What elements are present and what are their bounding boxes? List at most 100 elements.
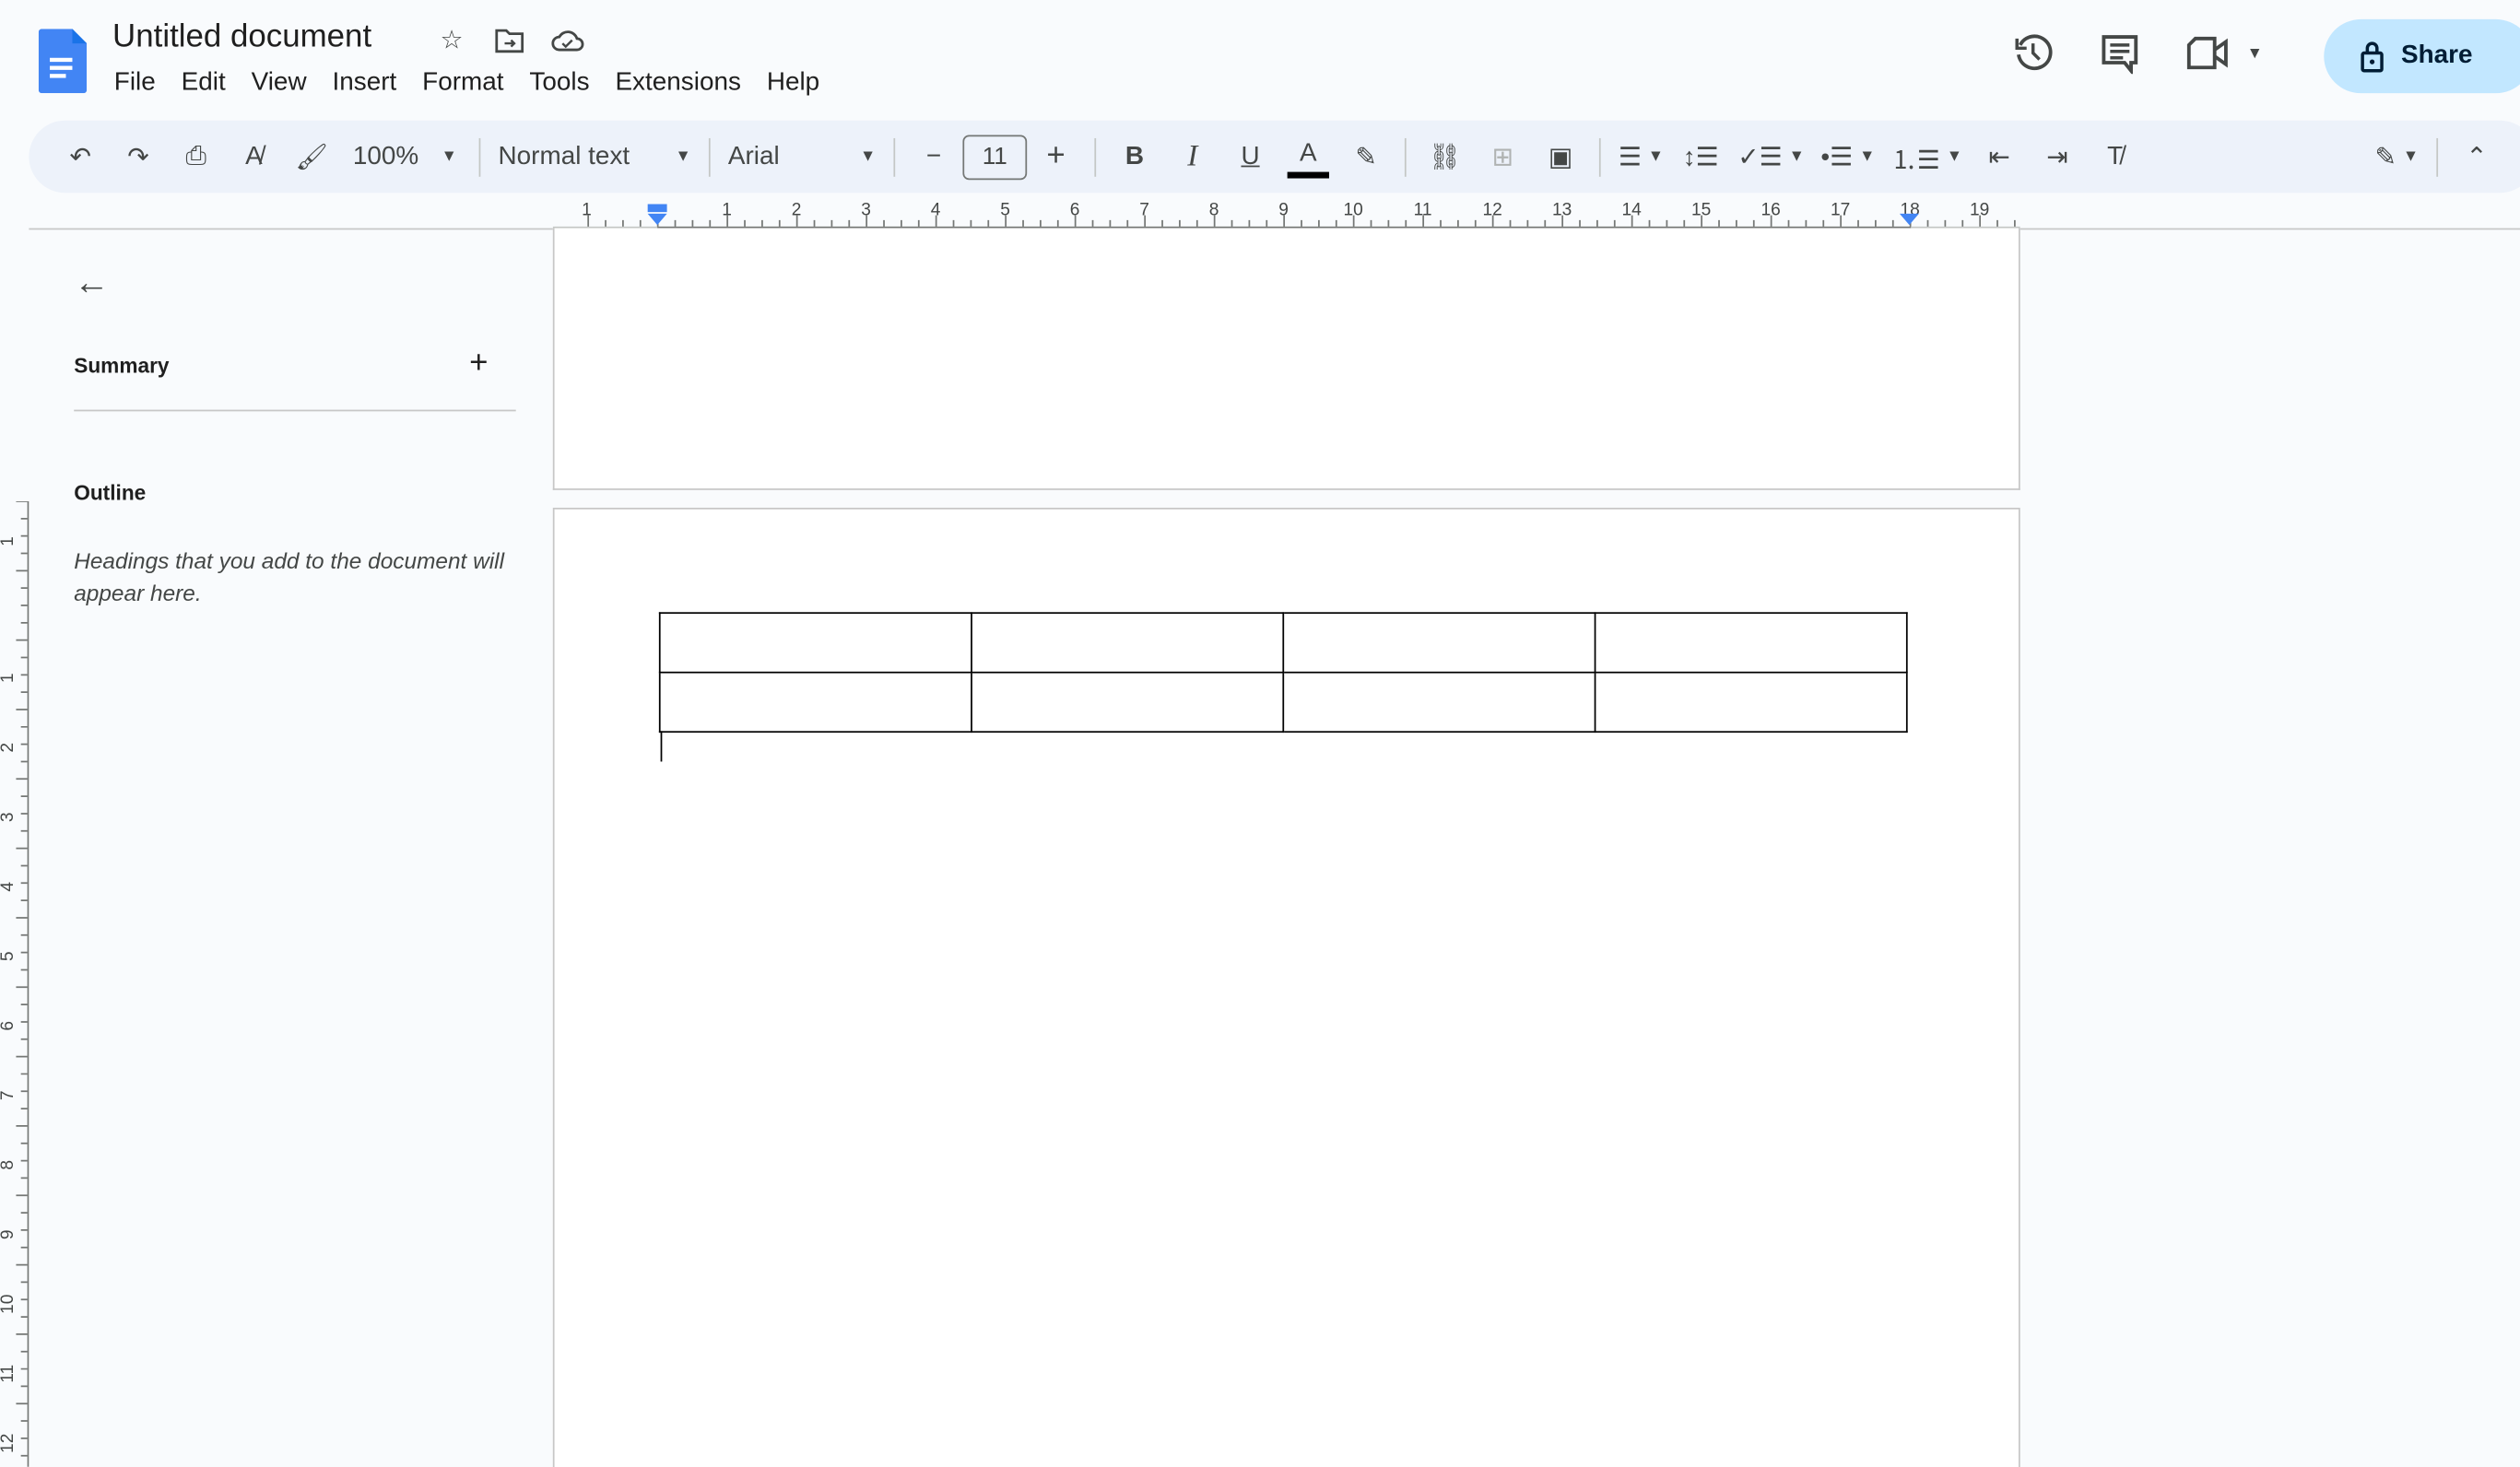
table-cell[interactable] <box>971 612 1285 674</box>
ruler-label: 6 <box>1070 201 1080 220</box>
ruler-label: 8 <box>0 1160 18 1170</box>
ruler-label: 4 <box>0 882 18 892</box>
menu-format[interactable]: Format <box>409 69 516 98</box>
ruler-label: 2 <box>0 743 18 753</box>
numbered-list-icon[interactable]: ⒈☰ ▼ <box>1891 133 1962 181</box>
decrease-indent-icon[interactable]: ⇤ <box>1978 133 2020 181</box>
menu-insert[interactable]: Insert <box>320 69 410 98</box>
move-folder-icon[interactable] <box>492 22 527 57</box>
align-icon[interactable]: ☰ ▼ <box>1619 133 1664 181</box>
page-1[interactable] <box>552 228 2020 490</box>
link-icon[interactable]: ⛓︎ <box>1424 133 1466 181</box>
ruler-label: 12 <box>0 1434 18 1453</box>
ruler-label: 11 <box>1414 201 1432 220</box>
summary-heading: Summary <box>74 353 170 378</box>
ruler-label: 3 <box>861 201 871 220</box>
decrease-font-size-icon[interactable]: − <box>913 133 954 181</box>
chevron-down-icon: ▼ <box>860 147 877 166</box>
line-spacing-icon[interactable]: ↕☰ <box>1680 133 1722 181</box>
ruler-label: 9 <box>1278 201 1289 220</box>
undo-icon[interactable]: ↶ <box>60 133 101 181</box>
ruler-label: 1 <box>582 201 592 220</box>
menu-help[interactable]: Help <box>754 69 832 98</box>
chevron-down-icon: ▼ <box>2246 43 2263 63</box>
document-title[interactable]: Untitled document <box>112 19 371 56</box>
italic-button[interactable]: I <box>1172 133 1213 181</box>
zoom-value: 100% <box>352 142 419 170</box>
zoom-select[interactable]: 100% ▼ <box>348 133 461 181</box>
highlight-icon[interactable]: ✎ <box>1345 133 1386 181</box>
share-label: Share <box>2400 41 2473 69</box>
redo-icon[interactable]: ↷ <box>117 133 159 181</box>
menu-file[interactable]: File <box>101 69 169 98</box>
divider <box>1094 137 1097 176</box>
first-line-indent-handle[interactable] <box>647 204 667 213</box>
comments-icon[interactable] <box>2099 32 2140 75</box>
spellcheck-icon[interactable]: A̸ <box>233 133 275 181</box>
text-color-button[interactable]: A <box>1287 135 1329 178</box>
style-select[interactable]: Normal text ▼ <box>499 133 691 181</box>
divider <box>708 137 711 176</box>
bold-button[interactable]: B <box>1113 133 1155 181</box>
video-camera-icon <box>2186 36 2228 70</box>
share-button[interactable]: Share <box>2324 18 2520 94</box>
left-indent-handle[interactable] <box>647 213 667 226</box>
horizontal-ruler[interactable]: 1 1 2 3 4 5 6 7 8 9 10 11 12 13 14 15 16 17 18 19 <box>552 196 2020 229</box>
menu-edit[interactable]: Edit <box>169 69 239 98</box>
outline-heading: Outline <box>74 480 147 505</box>
increase-indent-icon[interactable]: ⇥ <box>2036 133 2078 181</box>
style-value: Normal text <box>498 142 630 170</box>
docs-logo[interactable] <box>38 29 88 94</box>
history-icon[interactable] <box>2012 32 2054 74</box>
collapse-menus-icon[interactable]: ⌃ <box>2455 133 2497 181</box>
divider <box>74 409 516 412</box>
menu-tools[interactable]: Tools <box>516 69 602 98</box>
ruler-label: 5 <box>0 951 18 961</box>
table-cell[interactable] <box>1282 671 1596 734</box>
menu-view[interactable]: View <box>239 69 320 98</box>
font-select[interactable]: Arial ▼ <box>728 133 876 181</box>
divider <box>2436 137 2439 176</box>
lock-icon <box>2361 41 2384 73</box>
divider <box>1404 137 1407 176</box>
table-cell[interactable] <box>658 671 972 734</box>
vertical-ruler[interactable]: 1123456789101112 <box>0 501 29 1467</box>
chevron-down-icon: ▼ <box>441 147 457 166</box>
table-cell[interactable] <box>658 612 972 674</box>
table-cell[interactable] <box>1594 612 1908 674</box>
font-value: Arial <box>727 142 780 170</box>
ruler-label: 9 <box>0 1229 18 1239</box>
clear-formatting-icon[interactable]: T̸ <box>2094 133 2136 181</box>
bulleted-list-icon[interactable]: •☰ ▼ <box>1820 133 1875 181</box>
text-cursor <box>660 731 663 762</box>
divider <box>1598 137 1601 176</box>
increase-font-size-icon[interactable]: + <box>1035 133 1077 181</box>
print-icon[interactable]: ⎙ <box>175 133 217 181</box>
insert-image-icon[interactable]: ▣ <box>1539 133 1581 181</box>
document-table[interactable] <box>658 612 1908 734</box>
menu-extensions[interactable]: Extensions <box>603 69 754 98</box>
ruler-label: 7 <box>1139 201 1149 220</box>
ruler-label: 1 <box>0 536 18 546</box>
menu-bar: File Edit View Insert Format Tools Exten… <box>101 69 832 98</box>
meet-button[interactable]: ▼ <box>2185 35 2263 70</box>
ruler-label: 13 <box>1552 201 1572 220</box>
table-cell[interactable] <box>971 671 1285 734</box>
ruler-label: 10 <box>0 1295 18 1314</box>
cloud-saved-icon[interactable] <box>549 22 584 57</box>
checklist-icon[interactable]: ✓☰ ▼ <box>1737 133 1805 181</box>
ruler-label: 15 <box>1691 201 1711 220</box>
add-comment-icon[interactable]: ⊞ <box>1482 133 1524 181</box>
paint-format-icon[interactable]: 🖌︎ <box>291 133 333 181</box>
back-arrow-icon[interactable]: ← <box>74 262 109 303</box>
underline-button[interactable]: U <box>1230 133 1271 181</box>
ruler-label: 17 <box>1831 201 1850 220</box>
add-summary-icon[interactable]: + <box>469 346 488 382</box>
editing-mode-button[interactable]: ✎ ▼ <box>2375 133 2420 181</box>
table-cell[interactable] <box>1594 671 1908 734</box>
ruler-label: 3 <box>0 812 18 822</box>
ruler-label: 6 <box>0 1021 18 1031</box>
table-cell[interactable] <box>1282 612 1596 674</box>
star-icon[interactable]: ☆ <box>434 22 469 57</box>
font-size-input[interactable]: 11 <box>962 134 1028 180</box>
